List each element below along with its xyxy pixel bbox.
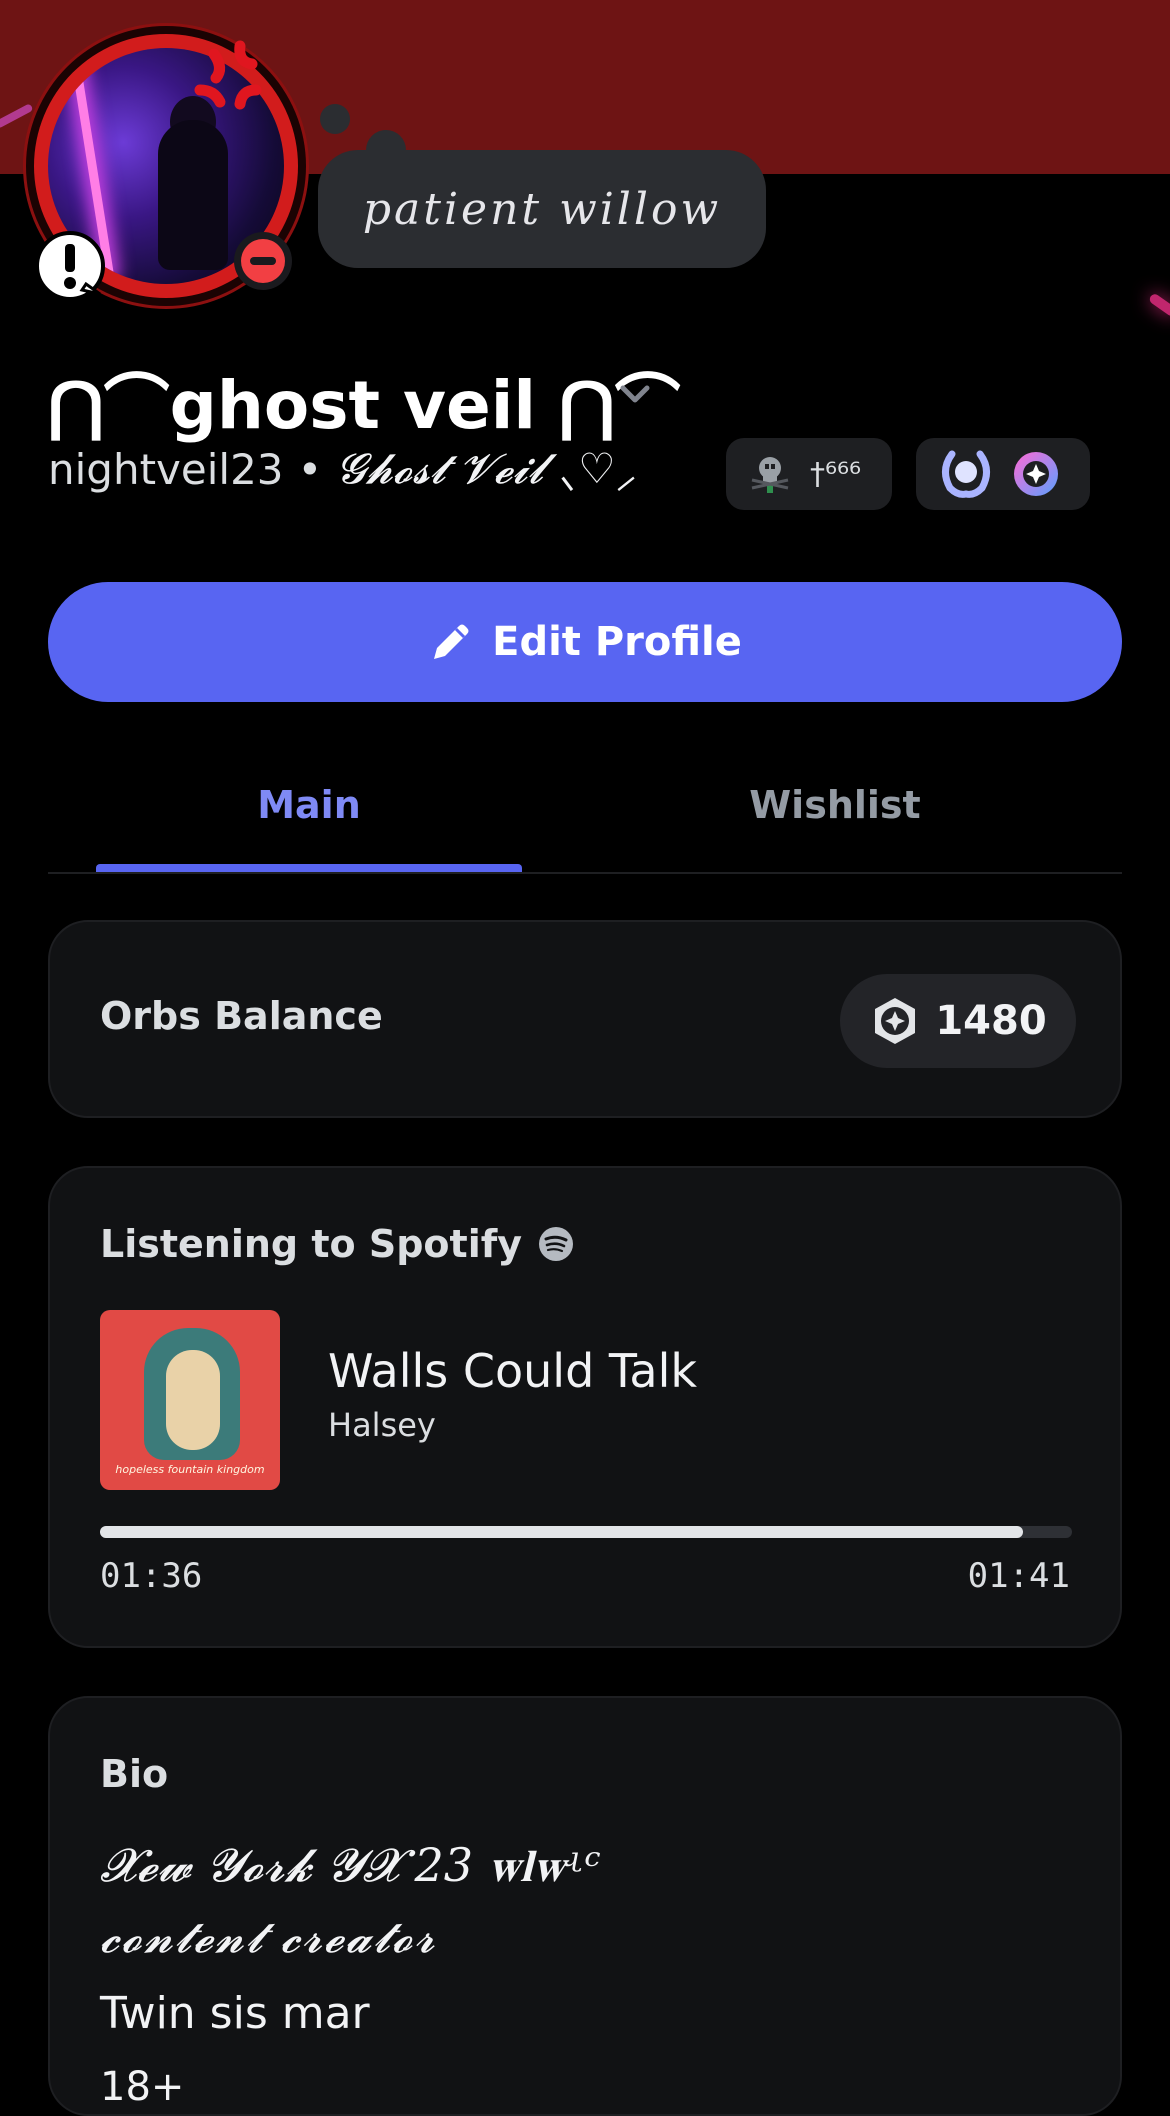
bio-line: 𝓬𝓸𝓷𝓽𝓮𝓷𝓽 𝓬𝓻𝓮𝓪𝓽𝓸𝓻 <box>100 1912 437 1963</box>
custom-status-text: patient willow <box>362 183 722 235</box>
laurel-badge-icon[interactable] <box>938 448 994 500</box>
profile-badges <box>916 438 1090 510</box>
total-time: 01:41 <box>967 1556 1070 1596</box>
album-art[interactable]: hopeless fountain kingdom <box>100 1310 280 1490</box>
display-name: ⋂⌒ghost veil ⋂⌒ <box>48 367 681 444</box>
guild-tag-badge[interactable]: †⁶⁶⁶ <box>726 438 892 510</box>
edit-profile-label: Edit Profile <box>492 619 742 665</box>
alert-icon <box>35 231 105 301</box>
edit-profile-button[interactable]: Edit Profile <box>48 582 1122 702</box>
anger-icon <box>194 40 262 110</box>
song-progress-fill <box>100 1526 1024 1538</box>
song-title[interactable]: Walls Could Talk <box>328 1344 697 1398</box>
pencil-icon <box>434 624 469 659</box>
album-art-figure-detail <box>166 1350 220 1450</box>
user-tag-line: nightveil23 • 𝓖𝓱𝓸𝓼𝓽 𝓥𝓮𝓲𝓵 ⸜♡⸝ <box>48 444 637 494</box>
album-caption: hopeless fountain kingdom <box>115 1463 265 1476</box>
orb-badge-icon[interactable] <box>1012 450 1060 498</box>
skull-badge-icon <box>751 457 789 493</box>
orbs-balance-pill[interactable]: 1480 <box>840 974 1076 1068</box>
avatar[interactable] <box>34 34 304 304</box>
avatar-figure <box>158 120 228 270</box>
active-tab-indicator <box>96 864 522 872</box>
bio-line: 𝓧𝓮𝔀 𝓨𝓸𝓻𝓴 𝓨𝓧 23 𝐰𝐥𝐰ʵᶜ <box>100 1838 601 1892</box>
song-progress-bar <box>100 1526 1072 1538</box>
pronouns: 𝓖𝓱𝓸𝓼𝓽 𝓥𝓮𝓲𝓵 ⸜♡⸝ <box>336 444 637 493</box>
custom-status-bubble[interactable]: patient willow <box>318 150 766 268</box>
spotify-heading: Listening to Spotify <box>100 1222 574 1266</box>
elapsed-time: 01:36 <box>100 1556 203 1596</box>
bio-card: Bio 𝓧𝓮𝔀 𝓨𝓸𝓻𝓴 𝓨𝓧 23 𝐰𝐥𝐰ʵᶜ 𝓬𝓸𝓷𝓽𝓮𝓷𝓽 𝓬𝓻𝓮𝓪𝓽𝓸𝓻… <box>48 1696 1122 2116</box>
orb-icon <box>875 998 916 1044</box>
tab-main[interactable]: Main <box>96 740 522 870</box>
edge-glow-decoration <box>1147 292 1170 318</box>
spotify-heading-text: Listening to Spotify <box>100 1222 523 1266</box>
tab-wishlist[interactable]: Wishlist <box>622 740 1048 870</box>
spotify-activity-card[interactable]: Listening to Spotify hopeless fountain k… <box>48 1166 1122 1648</box>
orbs-balance-value: 1480 <box>935 998 1047 1044</box>
orbs-balance-card[interactable]: Orbs Balance 1480 <box>48 920 1122 1118</box>
guild-tag-text: †⁶⁶⁶ <box>810 456 862 492</box>
profile-tabs: Main Wishlist <box>48 740 1122 874</box>
bio-title: Bio <box>100 1752 169 1796</box>
separator-dot: • <box>297 444 323 494</box>
song-artist[interactable]: Halsey <box>328 1406 436 1444</box>
banner-streak <box>0 103 34 129</box>
spotify-icon <box>539 1227 574 1261</box>
username: nightveil23 <box>48 444 284 494</box>
chevron-down-icon[interactable] <box>618 382 652 406</box>
dnd-status-icon <box>234 232 292 290</box>
orbs-balance-label: Orbs Balance <box>100 994 383 1038</box>
status-bubble-dot <box>320 104 350 134</box>
bio-line: Twin sis mar <box>100 1988 370 2039</box>
bio-line: 18+ <box>100 2064 185 2110</box>
